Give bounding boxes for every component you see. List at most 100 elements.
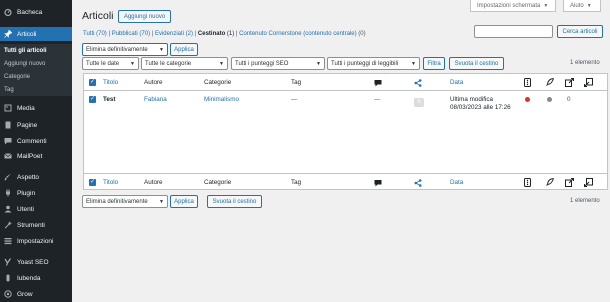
chevron-down-icon: ▼ — [130, 60, 135, 67]
date-filter-select[interactable]: Tutte le date ▼ — [82, 57, 139, 70]
post-title[interactable]: Test — [103, 96, 115, 104]
post-date-value: 08/03/2023 alle 17:26 — [450, 104, 511, 111]
menu-item-utenti[interactable]: Utenti — [0, 205, 72, 213]
select-value: Tutte le categorie — [145, 60, 192, 67]
menu-label: Utenti — [17, 205, 34, 213]
table-row[interactable]: ✓ Test Fabiana Minimalismo — — 0 Ultima … — [84, 91, 607, 173]
select-all-checkbox[interactable]: ✓ — [89, 79, 96, 86]
empty-trash-button-bottom[interactable]: Svuota il cestino — [207, 195, 262, 208]
select-all-checkbox-footer[interactable]: ✓ — [89, 179, 96, 186]
share-icon — [414, 179, 422, 187]
empty-trash-button-top[interactable]: Svuota il cestino — [449, 57, 504, 70]
column-date-footer[interactable]: Data — [450, 179, 463, 187]
menu-label: Yoast SEO — [17, 258, 49, 266]
readability-score-dot — [547, 97, 552, 102]
apply-button-bottom[interactable]: Applica — [170, 195, 198, 208]
post-tags: — — [291, 96, 298, 103]
menu-label: Grow — [17, 290, 33, 298]
menu-label: Bacheca — [17, 8, 43, 16]
posts-table: ✓ Titolo Autore Categorie Tag Data ✓ Tes… — [83, 73, 608, 190]
filter-button[interactable]: Filtra — [423, 57, 445, 70]
category-filter-select[interactable]: Tutte le categorie ▼ — [141, 57, 228, 70]
user-icon — [4, 205, 12, 213]
submenu-tag[interactable]: Tag — [4, 87, 14, 93]
menu-item-pagine[interactable]: Pagine — [0, 121, 72, 129]
help-label: Aiuto — [570, 2, 584, 9]
plug-icon — [4, 189, 12, 197]
chevron-down-icon: ▼ — [586, 2, 592, 9]
readability-filter-select[interactable]: Tutti i punteggi di leggibili ▼ — [327, 57, 420, 70]
help-toggle[interactable]: Aiuto ▼ — [563, 0, 601, 12]
view-trash[interactable]: Cestinato (1) — [198, 31, 234, 37]
submenu-aggiungi-nuovo[interactable]: Aggiungi nuovo — [4, 61, 45, 67]
menu-label: Aspetto — [17, 173, 40, 181]
search-button[interactable]: Cerca articoli — [557, 25, 603, 38]
view-published[interactable]: Pubblicati (70) — [112, 31, 150, 37]
share-count-badge: 0 — [414, 98, 424, 107]
seo-filter-select[interactable]: Tutti i punteggi SEO ▼ — [231, 57, 325, 70]
comment-icon[interactable] — [374, 179, 382, 187]
pin-icon — [4, 30, 12, 38]
seo-score-dot — [525, 97, 530, 102]
column-categories: Categorie — [204, 79, 232, 86]
submenu-categorie[interactable]: Categorie — [4, 74, 30, 80]
menu-label: Media — [17, 104, 35, 112]
column-tags-footer: Tag — [291, 179, 302, 186]
comment-icon[interactable] — [374, 79, 382, 87]
screen-options-label: Impostazioni schermata — [477, 2, 541, 9]
view-sticky[interactable]: Evidenziati (2) — [155, 31, 193, 37]
menu-item-mailpoet[interactable]: MailPoet — [0, 152, 72, 160]
comment-icon — [4, 137, 12, 145]
bulk-action-select-top[interactable]: Elimina definitivamente ▼ — [82, 43, 168, 56]
search-input[interactable] — [474, 25, 553, 38]
incoming-links-icon — [584, 78, 593, 87]
menu-item-media[interactable]: Media — [0, 104, 72, 112]
select-value: Elimina definitivamente — [86, 46, 148, 53]
column-title[interactable]: Titolo — [103, 79, 118, 87]
menu-item-bacheca[interactable]: Bacheca — [0, 8, 72, 16]
mailpoet-icon — [4, 152, 12, 160]
submenu-tutti-gli-articoli[interactable]: Tutti gli articoli — [4, 48, 47, 54]
column-date[interactable]: Data — [450, 79, 463, 87]
bulk-action-select-bottom[interactable]: Elimina definitivamente ▼ — [82, 195, 168, 208]
settings-icon — [4, 237, 12, 245]
add-new-button[interactable]: Aggiungi nuovo — [118, 10, 171, 23]
view-cornerstone[interactable]: Contenuto Cornerstone (contenuto central… — [239, 31, 365, 37]
post-author[interactable]: Fabiana — [144, 96, 167, 104]
menu-label: MailPoet — [17, 152, 43, 160]
apply-button-top[interactable]: Applica — [170, 43, 198, 56]
seo-score-column-icon — [524, 178, 531, 187]
menu-item-iubenda[interactable]: Iubenda — [0, 274, 72, 282]
menu-item-articoli[interactable]: Articoli — [0, 27, 72, 41]
screen-options-toggle[interactable]: Impostazioni schermata ▼ — [470, 0, 556, 12]
dashboard-icon — [4, 8, 12, 16]
chevron-down-icon: ▼ — [543, 2, 549, 9]
table-footer: ✓ Titolo Autore Categorie Tag Data — [84, 173, 607, 190]
row-checkbox[interactable]: ✓ — [89, 96, 96, 103]
seo-score-column-icon — [524, 78, 531, 87]
chevron-down-icon: ▼ — [159, 46, 164, 53]
column-author: Autore — [144, 79, 163, 86]
menu-label: Iubenda — [17, 274, 41, 282]
column-title-footer[interactable]: Titolo — [103, 179, 118, 187]
menu-item-strumenti[interactable]: Strumenti — [0, 221, 72, 229]
menu-item-impostazioni[interactable]: Impostazioni — [0, 237, 72, 245]
iubenda-icon — [4, 274, 12, 282]
menu-label: Impostazioni — [17, 237, 54, 245]
outgoing-links-icon — [565, 178, 574, 187]
menu-item-yoast-seo[interactable]: Yoast SEO — [0, 258, 72, 266]
menu-item-commenti[interactable]: Commenti — [0, 137, 72, 145]
items-count-top: 1 elemento — [570, 60, 600, 66]
view-all[interactable]: Tutti (70) — [83, 31, 107, 37]
incoming-links-icon — [584, 178, 593, 187]
articoli-submenu: Tutti gli articoli Aggiungi nuovo Catego… — [0, 44, 72, 96]
admin-sidebar: Bacheca Articoli Tutti gli articoli Aggi… — [0, 0, 72, 302]
post-category[interactable]: Minimalismo — [204, 96, 239, 104]
menu-item-grow[interactable]: Grow — [0, 290, 72, 298]
menu-label: Pagine — [17, 121, 38, 129]
menu-item-plugin[interactable]: Plugin — [0, 189, 72, 197]
menu-item-aspetto[interactable]: Aspetto — [0, 173, 72, 181]
status-views: Tutti (70) | Pubblicati (70) | Evidenzia… — [83, 31, 366, 37]
links-count: 0 — [567, 96, 571, 103]
wrench-icon — [4, 221, 12, 229]
